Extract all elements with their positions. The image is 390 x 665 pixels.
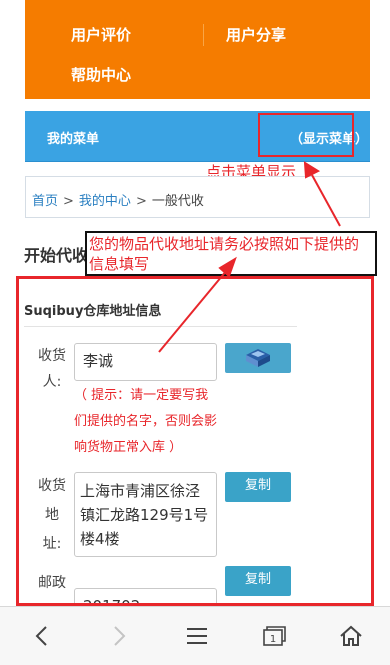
warehouse-title: Suqibuy仓库地址信息 — [24, 304, 162, 319]
address-copy-button[interactable]: 复制 — [225, 472, 291, 502]
breadcrumb-separator: > — [63, 194, 74, 209]
address-line: 楼4楼 — [80, 530, 120, 548]
recipient-tip-line: （ 提示：请一定要写我 — [74, 388, 209, 403]
address-label: 收货 地 址: — [32, 472, 72, 559]
postcode-label: 邮政 编 — [32, 568, 72, 603]
forward-icon[interactable] — [104, 621, 134, 651]
page: 用户评价 用户分享 帮助中心 我的菜单 （显示菜单） 点击菜单显示 首页 > 我的中… — [0, 0, 390, 665]
home-icon[interactable] — [336, 621, 366, 651]
recipient-tip-line: 响货物正常入库 ） — [74, 440, 183, 455]
recipient-tip-line: 们提供的名字，否则会影 — [74, 414, 218, 429]
nav-divider — [203, 24, 204, 46]
nav-help-center[interactable]: 帮助中心 — [71, 64, 131, 85]
divider — [24, 326, 297, 327]
recipient-copy-button[interactable] — [225, 343, 291, 373]
breadcrumb-home[interactable]: 首页 — [32, 194, 58, 209]
address-label-line: 收货 — [38, 478, 66, 494]
tab-count: 1 — [270, 634, 276, 645]
postcode-label-line: 编 — [32, 598, 72, 603]
tabs-icon[interactable]: 1 — [258, 621, 288, 651]
my-menu-title: 我的菜单 — [47, 132, 100, 147]
address-line: 镇汇龙路129号1号 — [80, 506, 209, 524]
breadcrumb-my-center[interactable]: 我的中心 — [79, 194, 131, 209]
postcode-label-line: 邮政 — [38, 575, 66, 591]
breadcrumb: 首页 > 我的中心 > 一般代收 — [25, 176, 370, 218]
recipient-label: 收货 人: — [32, 343, 72, 395]
section-title: 开始代收 — [24, 246, 89, 265]
recipient-label-line: 人: — [42, 374, 62, 390]
breadcrumb-current: 一般代收 — [151, 194, 204, 209]
nav-user-share[interactable]: 用户分享 — [226, 24, 286, 45]
address-notice-annotation: 您的物品代收地址请务必按照如下提供的信息填写 — [85, 231, 377, 276]
browser-bottom-bar: 1 — [0, 606, 390, 665]
recipient-label-line: 收货 — [38, 348, 66, 364]
orange-nav: 用户评价 用户分享 帮助中心 — [25, 0, 370, 99]
postcode-field[interactable]: 201702 — [74, 588, 217, 603]
postcode-copy-button[interactable]: 复制 — [225, 566, 291, 596]
recipient-field[interactable]: 李诚 — [74, 343, 217, 381]
copy-graphic-icon — [246, 349, 270, 367]
annotation-highlight-box — [258, 113, 354, 157]
back-icon[interactable] — [27, 621, 57, 651]
address-label-line: 址: — [42, 536, 62, 552]
nav-user-reviews[interactable]: 用户评价 — [71, 24, 131, 45]
recipient-tip: （ 提示：请一定要写我 们提供的名字，否则会影 响货物正常入库 ） — [74, 383, 294, 461]
address-label-line: 地 — [45, 507, 59, 523]
warehouse-info-card: Suqibuy仓库地址信息 收货 人: 李诚 （ 提示：请一定要写我 们提供的名… — [16, 276, 374, 606]
address-field[interactable]: 上海市青浦区徐泾 镇汇龙路129号1号 楼4楼 — [74, 472, 217, 557]
address-line: 上海市青浦区徐泾 — [80, 482, 201, 500]
breadcrumb-separator: > — [135, 194, 147, 209]
menu-icon[interactable] — [182, 621, 212, 651]
